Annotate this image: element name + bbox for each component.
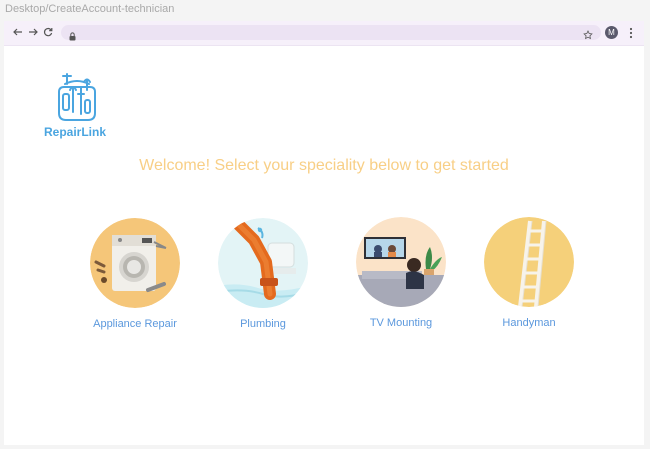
lock-icon	[69, 28, 76, 46]
star-icon[interactable]	[583, 27, 593, 45]
page-heading: Welcome! Select your speciality below to…	[139, 157, 509, 174]
speciality-label: Plumbing	[240, 318, 286, 330]
more-menu-icon[interactable]	[629, 26, 633, 44]
speciality-label: Handyman	[502, 317, 556, 329]
frame-title: Desktop/CreateAccount-technician	[5, 3, 175, 15]
browser-window: M RepairLink Welcome! Select your specia…	[4, 21, 644, 445]
speciality-label: Appliance Repair	[93, 318, 177, 330]
ladder-icon	[484, 217, 574, 307]
forward-icon[interactable]	[27, 26, 39, 38]
tv-living-room-icon	[356, 217, 446, 307]
pipe-icon	[218, 218, 308, 308]
speciality-appliance-repair[interactable]: Appliance Repair	[75, 218, 195, 330]
reload-icon[interactable]	[42, 26, 54, 38]
profile-avatar[interactable]: M	[605, 26, 618, 39]
speciality-plumbing[interactable]: Plumbing	[203, 218, 323, 330]
repairlink-logo-icon	[58, 73, 96, 121]
back-icon[interactable]	[12, 26, 24, 38]
page-content: RepairLink Welcome! Select your speciali…	[4, 46, 644, 445]
browser-toolbar: M	[4, 21, 644, 46]
address-bar[interactable]	[61, 25, 601, 41]
washing-machine-icon	[90, 218, 180, 308]
speciality-label: TV Mounting	[369, 317, 433, 329]
brand-name: RepairLink	[44, 125, 107, 139]
speciality-handyman[interactable]: Handyman	[469, 217, 589, 329]
speciality-tv-mounting[interactable]: TV Mounting	[341, 217, 461, 329]
